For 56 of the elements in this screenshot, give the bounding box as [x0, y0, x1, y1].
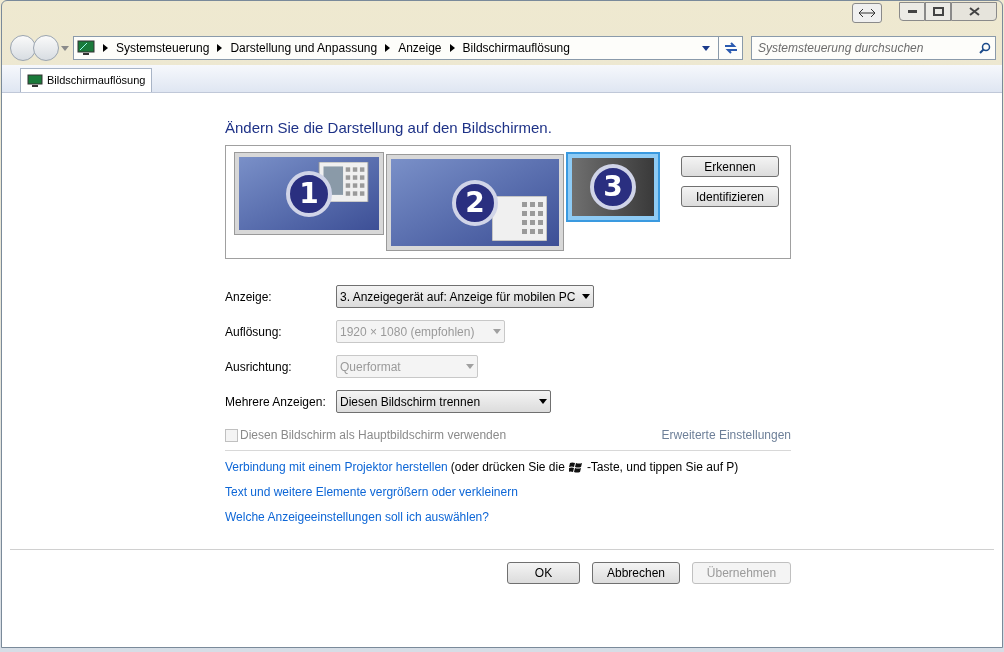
caret-icon — [539, 399, 547, 404]
chevron-right-icon — [103, 44, 108, 52]
field-label: Auflösung: — [225, 323, 283, 341]
help-link[interactable]: Text und weitere Elemente vergrößern oder verkleinern — [225, 483, 518, 501]
checkbox-label: Diesen Bildschirm als Hauptbildschirm verwenden — [240, 427, 507, 444]
tab-label: Bildschirmauflösung — [47, 73, 146, 89]
minimize-button[interactable] — [899, 2, 925, 21]
snap-button[interactable] — [852, 3, 882, 23]
monitor-icon — [77, 40, 95, 56]
close-icon — [968, 7, 980, 16]
monitor-tile[interactable]: 2 — [386, 154, 564, 251]
windows-logo-icon — [568, 460, 583, 474]
caret-icon — [582, 294, 590, 299]
breadcrumb[interactable]: Systemsteuerung — [116, 39, 210, 57]
field-label: Ausrichtung: — [225, 358, 293, 376]
dialog-button[interactable]: OK — [507, 562, 580, 584]
monitor-icon — [27, 73, 43, 88]
chevron-right-icon — [217, 44, 223, 52]
caret-icon — [493, 329, 501, 334]
breadcrumb[interactable]: Darstellung und Anpassung — [230, 39, 378, 57]
caret-icon — [466, 364, 474, 369]
monitor-number: 1 — [286, 170, 332, 217]
page-heading: Ändern Sie die Darstellung auf den Bildschirmen. — [225, 118, 553, 137]
panel-button[interactable]: Erkennen — [681, 156, 779, 177]
panel-button[interactable]: Identifizieren — [681, 186, 779, 207]
breadcrumb[interactable]: Bildschirmauflösung — [462, 39, 570, 57]
field-label: Mehrere Anzeigen: — [225, 393, 327, 411]
maximize-button[interactable] — [925, 2, 951, 21]
caret-icon — [61, 45, 69, 51]
search-icon — [979, 42, 991, 54]
dropdown[interactable]: 3. Anzeigegerät auf: Anzeige für mobilen PC — [336, 285, 594, 308]
hint-text: -Taste, und tippen Sie auf P) — [586, 459, 739, 476]
monitor-tile[interactable]: 3 — [566, 152, 660, 222]
dropdown[interactable]: Diesen Bildschirm trennen — [336, 390, 551, 413]
caret-icon — [702, 45, 710, 51]
refresh-icon — [723, 42, 738, 54]
address-bar[interactable]: Systemsteuerung Darstellung und Anpassung Anzeige Bildschirmauflösung — [73, 36, 743, 60]
search-field[interactable]: Systemsteuerung durchsuchen — [751, 36, 996, 60]
dialog-button[interactable]: Abbrechen — [592, 562, 680, 584]
advanced-settings-link[interactable]: Erweiterte Einstellungen — [661, 426, 791, 444]
field-label: Anzeige: — [225, 288, 273, 306]
monitor-tile[interactable]: 1 — [234, 152, 384, 235]
resize-icon — [858, 8, 876, 18]
hint-text: (oder drücken Sie die — [450, 459, 565, 476]
minimize-icon — [907, 10, 917, 13]
chevron-right-icon — [449, 44, 455, 52]
tab[interactable]: Bildschirmauflösung — [20, 68, 153, 92]
window-drawing — [492, 196, 547, 241]
monitor-number: 2 — [452, 179, 498, 226]
close-button[interactable] — [951, 2, 997, 21]
help-link[interactable]: Verbindung mit einem Projektor herstellen — [225, 458, 448, 476]
breadcrumb[interactable]: Anzeige — [398, 39, 442, 57]
chevron-right-icon — [385, 44, 391, 52]
help-link[interactable]: Welche Anzeigeeinstellungen soll ich auswählen? — [225, 508, 489, 526]
restore-icon — [932, 7, 944, 16]
monitor-number: 3 — [590, 164, 636, 210]
